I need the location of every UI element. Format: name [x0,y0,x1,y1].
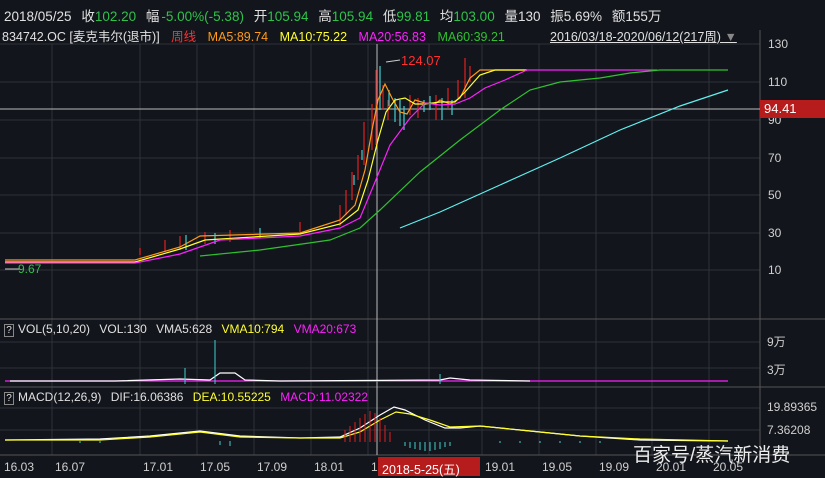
price-tick: 70 [768,151,782,165]
period-selector[interactable]: 周线 [171,30,196,44]
macd-header: ? MACD(12,26,9) DIF:16.06386 DEA:10.55225… [4,390,368,405]
amp-label: 振 [550,9,564,24]
date-tick: 19.09 [599,460,630,474]
dea-value: DEA:10.55225 [192,390,271,404]
date-tick: 17.09 [257,460,288,474]
avg-label: 均 [439,9,454,24]
date-tick: 16.03 [4,460,35,474]
macd-value: MACD:11.02322 [280,390,369,404]
candlesticks [139,58,471,255]
volume-title[interactable]: VOL(5,10,20) [18,322,90,336]
vma5-value: VMA5:628 [156,322,213,336]
help-icon[interactable]: ? [4,392,14,405]
vma5-line [10,372,531,382]
dif-line [4,406,729,442]
quote-bar: 2018/05/25 收102.20 幅 -5.00%(-5.38) 开105.9… [4,5,667,25]
ma60-legend: MA60:39.21 [437,30,505,44]
date-tick: 19.01 [485,460,516,474]
date-tick: 17.05 [200,460,231,474]
ma120-line [399,89,729,229]
vma20-value: VMA20:673 [293,322,357,336]
amount-label: 额 [611,9,626,24]
date-tick: 16.07 [55,460,86,474]
amount-value: 155万 [625,9,662,24]
price-tick: 30 [768,226,782,240]
macd-title[interactable]: MACD(12,26,9) [18,390,101,404]
close-label: 收 [81,9,95,24]
date-tick: 17.01 [143,460,174,474]
ma10-legend: MA10:75.22 [279,30,348,44]
price-tick: 50 [768,188,782,202]
watermark: 百家号/蒸汽新消费 [633,445,791,466]
vma10-value: VMA10:794 [221,322,285,336]
volume-tick: 3万 [767,363,786,377]
volume-header: ? VOL(5,10,20) VOL:130 VMA5:628 VMA10:794… [4,322,356,337]
avg-value: 103.00 [453,9,495,24]
high-marker-arrow [385,59,401,63]
ma5-legend: MA5:89.74 [207,30,269,44]
dea-line [5,411,729,442]
ma60-line [199,69,728,257]
date-range-selector[interactable]: 2016/03/18-2020/06/12(217周) ▼ [550,26,737,45]
low-label: 低 [382,9,397,24]
dropdown-triangle-icon[interactable]: ▼ [724,30,736,44]
open-label: 开 [253,9,268,24]
ma20-line [5,69,657,264]
date-range-label: 2016/03/18-2020/06/12(217周) [550,30,721,44]
date-tick: 19.05 [542,460,573,474]
price-tick: 10 [768,263,782,277]
amp-value: 5.69% [563,9,603,24]
close-value: 102.20 [94,9,137,24]
change-value: -5.00%(-5.38) [161,9,244,24]
vol-value: VOL:130 [99,322,147,336]
high-label: 高 [318,9,332,24]
low-marker-label: 9.67 [18,262,42,276]
date-tick: 1 [371,460,378,474]
ma5-line [5,69,527,261]
price-tick: 110 [768,75,788,89]
dif-value: DIF:16.06386 [110,390,184,404]
vol-value: 130 [517,9,541,24]
ma20-legend: MA20:56.83 [358,30,426,44]
open-value: 105.94 [267,9,309,24]
stock-code[interactable]: 834742.OC [麦克韦尔(退市)] [2,30,160,44]
low-value: 99.81 [396,9,431,24]
high-marker-label: 124.07 [401,53,441,68]
macd-tick: 19.89365 [767,400,818,414]
quote-date: 2018/05/25 [4,9,72,24]
current-price-tag: 94.41 [760,100,825,118]
chart-header: 834742.OC [麦克韦尔(退市)] 周线 MA5:89.74 MA10:7… [2,26,513,45]
volume-tick: 9万 [767,335,786,349]
date-tick: 18.01 [314,460,345,474]
cursor-date-label: 2018-5-25(五) [378,457,480,477]
high-value: 105.94 [331,9,374,24]
vol-label: 量 [504,9,518,24]
change-label: 幅 [145,9,160,24]
help-icon[interactable]: ? [4,324,14,337]
macd-tick: 7.36208 [767,423,811,437]
price-tick: 130 [768,37,789,51]
